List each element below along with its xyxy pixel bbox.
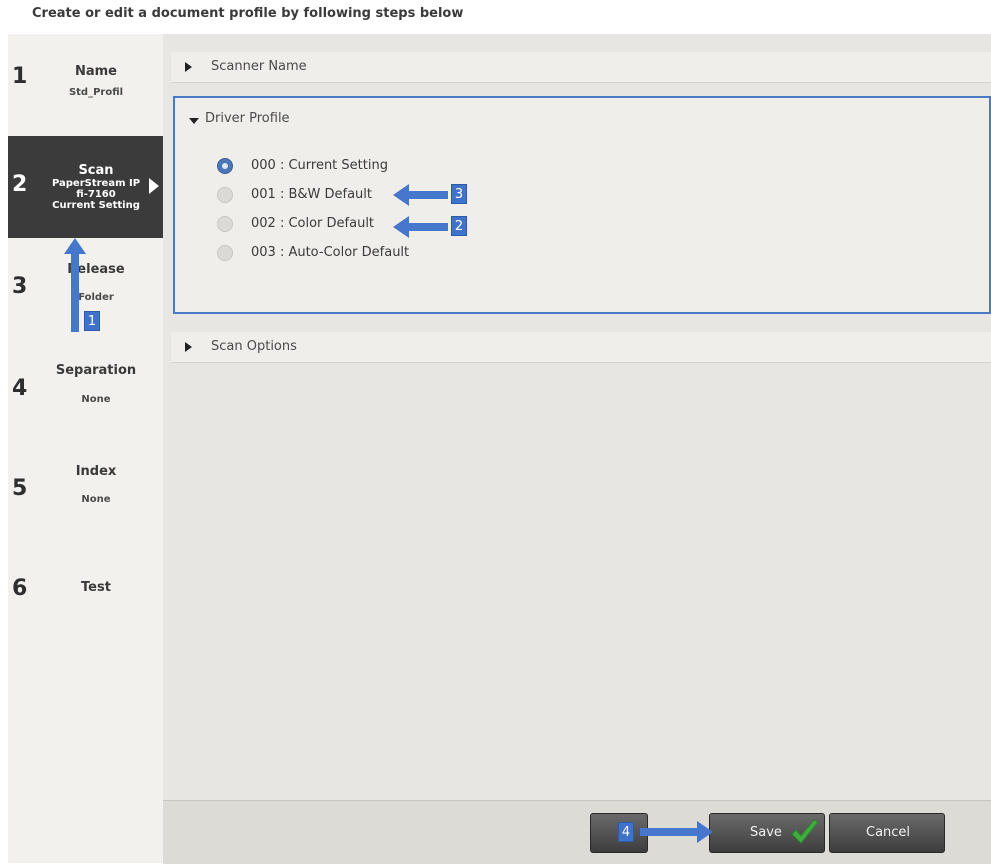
step-label: Separation xyxy=(55,363,137,378)
annotation-callout-1: 1 xyxy=(84,311,100,331)
step-number: 6 xyxy=(12,576,28,601)
cancel-button-label: Cancel xyxy=(866,825,911,840)
step-value: None xyxy=(81,494,111,505)
annotation-arrow-4-shaft xyxy=(640,828,698,836)
expand-triangle-icon xyxy=(185,342,192,352)
annotation-arrow-2-shaft xyxy=(408,223,448,231)
radio-label: 002 : Color Default xyxy=(251,216,375,231)
expand-triangle-icon xyxy=(185,62,192,72)
step-label: Index xyxy=(75,464,117,479)
panel-title[interactable]: Driver Profile xyxy=(205,111,290,126)
main-content: Scanner Name Driver Profile 000 : Curren… xyxy=(163,34,991,864)
annotation-arrow-1-head xyxy=(64,238,86,254)
check-icon xyxy=(791,819,819,844)
step-separation[interactable]: 4 Separation None xyxy=(8,356,163,426)
radio-button[interactable] xyxy=(217,187,233,203)
step-value: Std_Profil xyxy=(68,87,124,98)
save-button-label: Save xyxy=(750,825,782,840)
scan-options-header[interactable]: Scan Options xyxy=(171,332,991,363)
step-number: 2 xyxy=(12,172,28,197)
annotation-arrow-1-shaft xyxy=(71,252,79,332)
panel-title: Scanner Name xyxy=(211,59,307,74)
step-number: 4 xyxy=(12,376,28,401)
save-button[interactable]: Save xyxy=(709,813,825,853)
annotation-arrow-3-shaft xyxy=(408,191,448,199)
radio-label: 003 : Auto-Color Default xyxy=(251,245,410,260)
annotation-callout-3: 3 xyxy=(451,184,467,204)
step-value-line: fi-7160 xyxy=(76,189,116,200)
cancel-button[interactable]: Cancel xyxy=(829,813,945,853)
driver-profile-panel: Driver Profile 000 : Current Setting 001… xyxy=(173,96,991,314)
step-value: None xyxy=(81,394,111,405)
step-number: 3 xyxy=(12,274,28,299)
radio-button[interactable] xyxy=(217,216,233,232)
step-label: Test xyxy=(81,580,111,595)
radio-label: 001 : B&W Default xyxy=(251,187,372,202)
annotation-callout-2: 2 xyxy=(451,216,467,236)
scanner-name-header[interactable]: Scanner Name xyxy=(171,52,991,83)
annotation-arrow-3-head xyxy=(393,184,409,206)
radio-button-selected[interactable] xyxy=(217,158,233,174)
annotation-arrow-4-head xyxy=(697,821,713,843)
step-label: Release xyxy=(67,262,125,277)
annotation-callout-4: 4 xyxy=(618,822,634,842)
step-value-line: PaperStream IP xyxy=(51,178,141,189)
panel-title: Scan Options xyxy=(211,339,297,354)
step-number: 5 xyxy=(12,476,28,501)
steps-sidebar: 1 Name Std_Profil 2 Scan PaperStream IP … xyxy=(8,34,164,863)
step-value-line: Current Setting xyxy=(52,200,140,211)
step-label: Name xyxy=(74,64,117,79)
step-name[interactable]: 1 Name Std_Profil xyxy=(8,52,163,122)
step-index[interactable]: 5 Index None xyxy=(8,456,163,526)
radio-label: 000 : Current Setting xyxy=(251,158,388,173)
footer-bar: Save Cancel xyxy=(163,800,991,864)
step-scan[interactable]: 2 Scan PaperStream IP fi-7160 Current Se… xyxy=(8,136,163,238)
radio-button[interactable] xyxy=(217,245,233,261)
collapse-triangle-icon[interactable] xyxy=(189,118,199,124)
step-test[interactable]: 6 Test xyxy=(8,564,163,614)
step-number: 1 xyxy=(12,64,28,89)
step-label: Scan xyxy=(78,163,114,178)
step-value: Folder xyxy=(78,292,114,303)
chevron-right-icon xyxy=(149,178,159,194)
annotation-arrow-2-head xyxy=(393,216,409,238)
page-title: Create or edit a document profile by fol… xyxy=(32,6,464,21)
